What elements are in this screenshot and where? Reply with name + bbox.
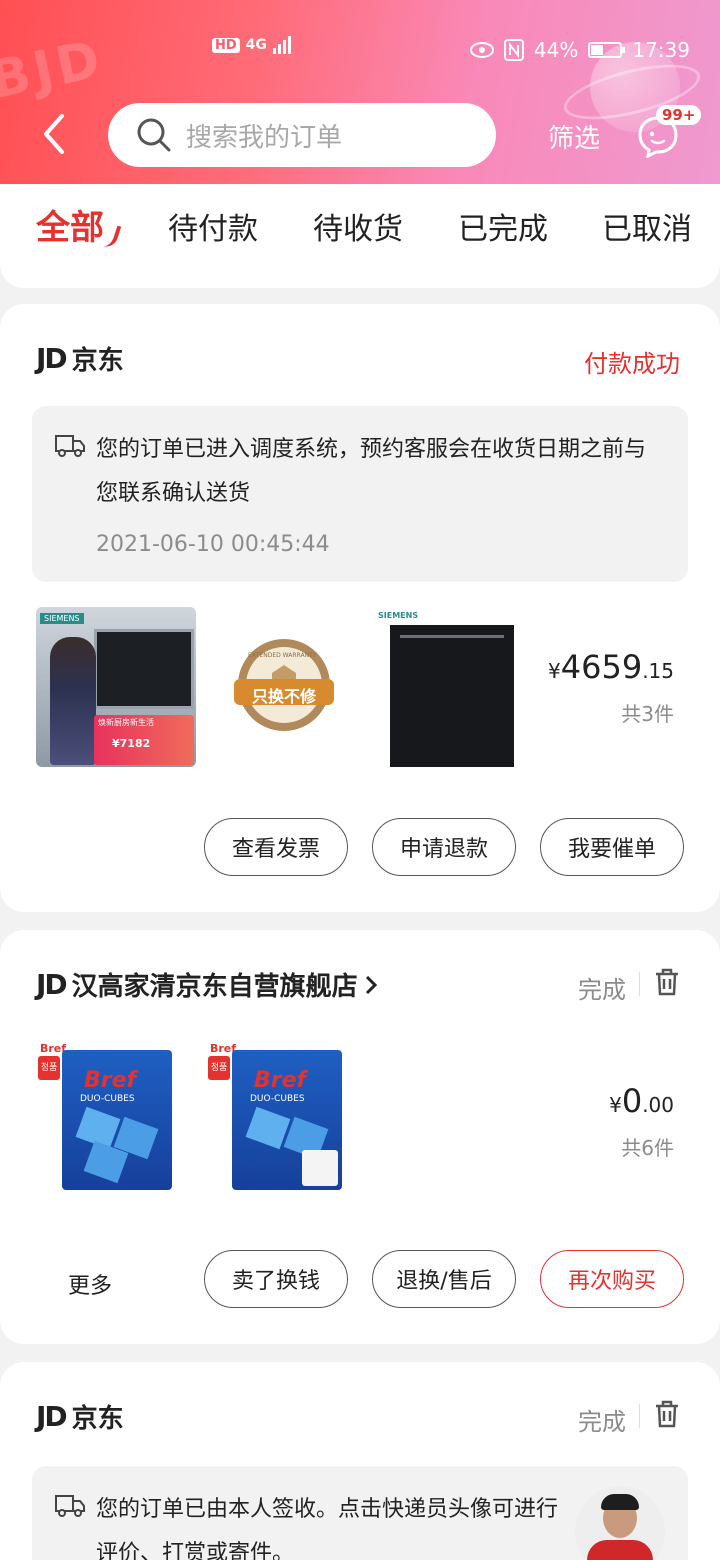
order-card[interactable]: JD 京东 付款成功 您的订单已进入调度系统，预约客服会在收货日期之前与您联系确… (0, 304, 720, 912)
product-image[interactable]: Bref 정품 Bref DUO-CUBES (206, 1040, 346, 1190)
notice-text: 您的订单已由本人签收。点击快递员头像可进行评价、打赏或寄件。 (96, 1497, 559, 1560)
chevron-right-icon (365, 975, 377, 994)
warranty-top-text: EXTENDED WARRANTY (248, 652, 317, 659)
jd-logo: JD (36, 342, 68, 375)
sell-for-cash-button[interactable]: 卖了换钱 (204, 1250, 348, 1308)
hd-badge: HD (212, 37, 240, 53)
product-line: DUO-CUBES (250, 1094, 305, 1104)
search-placeholder: 搜索我的订单 (186, 122, 343, 153)
more-button[interactable]: 更多 (68, 1268, 112, 1300)
store-name: 汉高家清京东自营旗舰店 (71, 972, 358, 1002)
brand-label: SIEMENS (40, 613, 84, 624)
item-count: 共3件 (621, 702, 674, 726)
buy-again-button[interactable]: 再次购买 (540, 1250, 684, 1308)
price-decimal: .00 (642, 1093, 674, 1117)
tab-pending-payment[interactable]: 待付款 (168, 204, 258, 248)
return-aftersale-button[interactable]: 退换/售后 (372, 1250, 516, 1308)
warranty-text: 只换不修 (251, 687, 316, 706)
tab-completed[interactable]: 已完成 (458, 204, 548, 248)
truck-icon (55, 435, 85, 457)
model-image (50, 637, 96, 765)
notice-time: 2021-06-10 00:45:44 (96, 532, 330, 557)
order-status: 付款成功 (584, 350, 680, 378)
back-arrow-icon[interactable] (38, 112, 68, 156)
order-total: ¥4659.15 (548, 648, 674, 686)
store-name: 京东 (71, 1404, 124, 1434)
order-status: 完成 (578, 976, 626, 1004)
package-image: Bref DUO-CUBES (232, 1050, 342, 1190)
signal-icon (272, 36, 291, 54)
promo-banner: 焕新厨房新生活 ¥7182 (94, 715, 194, 765)
order-card[interactable]: JD 汉高家清京东自营旗舰店 完成 Bref 정품 Bref DUO-CUBES… (0, 930, 720, 1344)
jd-logo: JD (36, 968, 68, 1001)
notice-text: 您的订单已进入调度系统，预约客服会在收货日期之前与您联系确认送货 (96, 437, 647, 506)
door-panel-image (390, 625, 514, 767)
request-refund-button[interactable]: 申请退款 (372, 818, 516, 876)
message-badge: 99+ (656, 105, 702, 125)
trash-icon[interactable] (654, 1400, 680, 1428)
product-image[interactable]: SIEMENS (374, 607, 524, 767)
previous-card-bottom (0, 264, 720, 288)
product-image[interactable]: SIEMENS 焕新厨房新生活 ¥7182 (36, 607, 196, 767)
store-name: 京东 (71, 346, 124, 376)
divider (639, 972, 640, 996)
price-integer: 0 (621, 1082, 643, 1120)
network-type: 4G (245, 37, 267, 53)
currency-symbol: ¥ (609, 1093, 622, 1117)
genuine-tag: 정품 (38, 1056, 60, 1080)
order-status: 完成 (578, 1408, 626, 1436)
product-line: DUO-CUBES (80, 1094, 135, 1104)
clock: 17:39 (632, 38, 690, 62)
item-count: 共6件 (621, 1136, 674, 1160)
status-bar: HD 4G 44% 17:39 (0, 34, 720, 70)
brand-label: SIEMENS (378, 611, 419, 620)
promo-text: 焕新厨房新生活 (98, 718, 154, 727)
order-card[interactable]: JD 京东 完成 您的订单已由本人签收。点击快递员头像可进行评价、打赏或寄件。 (0, 1362, 720, 1560)
package-image: Bref DUO-CUBES (62, 1050, 172, 1190)
price-decimal: .15 (642, 659, 674, 683)
battery-percent: 44% (533, 38, 579, 62)
eye-icon (469, 42, 494, 58)
store-header[interactable]: JD 汉高家清京东自营旗舰店 (36, 966, 378, 1003)
store-header[interactable]: JD 京东 (36, 1398, 124, 1435)
jd-logo: JD (36, 1400, 68, 1433)
tab-all[interactable]: 全部 (36, 200, 104, 249)
tab-cancelled[interactable]: 已取消 (602, 204, 692, 248)
dishwasher-image (94, 629, 194, 709)
brand-text: Bref (84, 1068, 137, 1093)
search-icon (137, 118, 171, 152)
promo-price: ¥7182 (112, 737, 151, 750)
product-image[interactable]: EXTENDED WARRANTY 只换不修 (212, 607, 352, 767)
truck-icon (55, 1495, 85, 1517)
order-total: ¥0.00 (609, 1082, 674, 1120)
search-input[interactable]: 搜索我的订单 (108, 103, 496, 167)
filter-button[interactable]: 筛选 (548, 118, 600, 155)
view-invoice-button[interactable]: 查看发票 (204, 818, 348, 876)
battery-icon (588, 42, 626, 58)
genuine-tag: 정품 (208, 1056, 230, 1080)
nfc-icon (503, 39, 524, 61)
urge-order-button[interactable]: 我要催单 (540, 818, 684, 876)
logistics-notice[interactable]: 您的订单已进入调度系统，预约客服会在收货日期之前与您联系确认送货 2021-06… (32, 406, 688, 582)
divider (639, 1404, 640, 1428)
store-header[interactable]: JD 京东 (36, 340, 124, 377)
price-integer: 4659 (560, 648, 643, 686)
product-image[interactable]: Bref 정품 Bref DUO-CUBES (36, 1040, 176, 1190)
network-indicator: HD 4G (212, 36, 291, 54)
trash-icon[interactable] (654, 968, 680, 996)
tab-pending-receipt[interactable]: 待收货 (313, 204, 403, 248)
brand-text: Bref (254, 1068, 307, 1093)
currency-symbol: ¥ (548, 659, 561, 683)
